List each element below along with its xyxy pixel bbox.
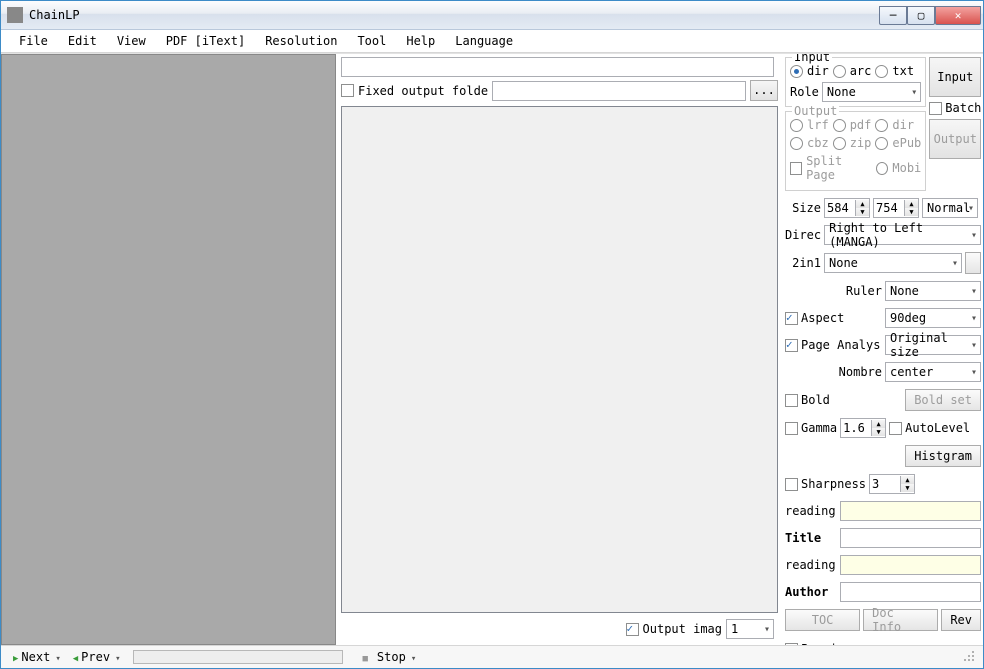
menu-tool[interactable]: Tool xyxy=(349,32,394,50)
menu-language[interactable]: Language xyxy=(447,32,521,50)
split-page-check xyxy=(790,162,802,175)
fixed-output-input[interactable] xyxy=(492,81,746,101)
app-icon xyxy=(7,7,23,23)
menu-file[interactable]: File xyxy=(11,32,56,50)
resize-grip[interactable] xyxy=(963,650,977,664)
sharpness-spin[interactable]: ▲▼ xyxy=(869,474,915,494)
window-title: ChainLP xyxy=(29,8,879,22)
size-mode-combo[interactable]: Normal xyxy=(922,198,978,218)
twoin1-extra-button[interactable] xyxy=(965,252,981,274)
progress-bar xyxy=(133,650,343,664)
direction-combo[interactable]: Right to Left (MANGA) xyxy=(824,225,981,245)
prev-button[interactable]: Prev xyxy=(67,648,127,666)
radio-lrf xyxy=(790,119,803,132)
radio-arc[interactable] xyxy=(833,65,846,78)
ruler-combo[interactable]: None xyxy=(885,281,981,301)
sharpness-check[interactable] xyxy=(785,478,798,491)
next-button[interactable]: Next xyxy=(7,648,67,666)
aspect-combo[interactable]: 90deg xyxy=(885,308,981,328)
stop-button[interactable]: Stop xyxy=(371,648,422,666)
close-button[interactable]: ✕ xyxy=(935,6,981,25)
radio-cbz xyxy=(790,137,803,150)
twoin1-combo[interactable]: None xyxy=(824,253,962,273)
title-bar[interactable]: ChainLP ─ ▢ ✕ xyxy=(1,1,983,30)
path-input[interactable] xyxy=(341,57,774,77)
center-panel: Fixed output folde ... Output imag 1 xyxy=(336,54,781,645)
gamma-check[interactable] xyxy=(785,422,798,435)
maximize-button[interactable]: ▢ xyxy=(907,6,935,25)
stop-icon xyxy=(363,650,368,664)
gamma-spin[interactable]: ▲▼ xyxy=(840,418,886,438)
status-bar: Next Prev Stop xyxy=(1,645,983,668)
docinfo-button[interactable]: Doc Info xyxy=(863,609,938,631)
author-input[interactable] xyxy=(840,582,981,602)
menu-view[interactable]: View xyxy=(109,32,154,50)
page-analysis-check[interactable] xyxy=(785,339,798,352)
size-h-spin[interactable]: ▲▼ xyxy=(873,198,919,218)
aspect-check[interactable] xyxy=(785,312,798,325)
minimize-button[interactable]: ─ xyxy=(879,6,907,25)
radio-txt[interactable] xyxy=(875,65,888,78)
fixed-output-label: Fixed output folde xyxy=(358,84,488,98)
autolevel-check[interactable] xyxy=(889,422,902,435)
settings-panel: Input dir arc txt Role None Output xyxy=(781,54,983,645)
menu-bar: File Edit View PDF [iText] Resolution To… xyxy=(1,30,983,53)
page-analysis-combo[interactable]: Original size xyxy=(885,335,981,355)
reading2-input[interactable] xyxy=(840,555,981,575)
radio-outdir xyxy=(875,119,888,132)
radio-epub xyxy=(875,137,888,150)
menu-pdf[interactable]: PDF [iText] xyxy=(158,32,253,50)
radio-dir[interactable] xyxy=(790,65,803,78)
app-window: ChainLP ─ ▢ ✕ File Edit View PDF [iText]… xyxy=(0,0,984,669)
bold-check[interactable] xyxy=(785,394,798,407)
nombre-combo[interactable]: center xyxy=(885,362,981,382)
size-w-spin[interactable]: ▲▼ xyxy=(824,198,870,218)
role-combo[interactable]: None xyxy=(822,82,921,102)
preview-pane xyxy=(1,54,336,645)
radio-mobi xyxy=(876,162,888,175)
output-button[interactable]: Output xyxy=(929,119,981,159)
output-imag-label: Output imag xyxy=(643,622,722,636)
menu-edit[interactable]: Edit xyxy=(60,32,105,50)
next-icon xyxy=(13,650,18,664)
file-list[interactable] xyxy=(341,106,778,613)
batch-check[interactable] xyxy=(929,102,942,115)
output-imag-check[interactable] xyxy=(626,623,639,636)
output-imag-combo[interactable]: 1 xyxy=(726,619,774,639)
title-input[interactable] xyxy=(840,528,981,548)
prev-icon xyxy=(73,650,78,664)
reading1-input[interactable] xyxy=(840,501,981,521)
bold-set-button[interactable]: Bold set xyxy=(905,389,981,411)
menu-help[interactable]: Help xyxy=(398,32,443,50)
radio-pdf xyxy=(833,119,846,132)
histogram-button[interactable]: Histgram xyxy=(905,445,981,467)
toc-button[interactable]: TOC xyxy=(785,609,860,631)
menu-resolution[interactable]: Resolution xyxy=(257,32,345,50)
radio-zip xyxy=(833,137,846,150)
input-button[interactable]: Input xyxy=(929,57,981,97)
browse-button[interactable]: ... xyxy=(750,80,778,101)
fixed-output-check[interactable] xyxy=(341,84,354,97)
rev-button[interactable]: Rev xyxy=(941,609,981,631)
preview-check[interactable] xyxy=(785,643,798,646)
input-group: Input dir arc txt Role None xyxy=(785,57,926,107)
output-group: Output lrf pdf dir cbz zip ePub Split xyxy=(785,111,926,191)
